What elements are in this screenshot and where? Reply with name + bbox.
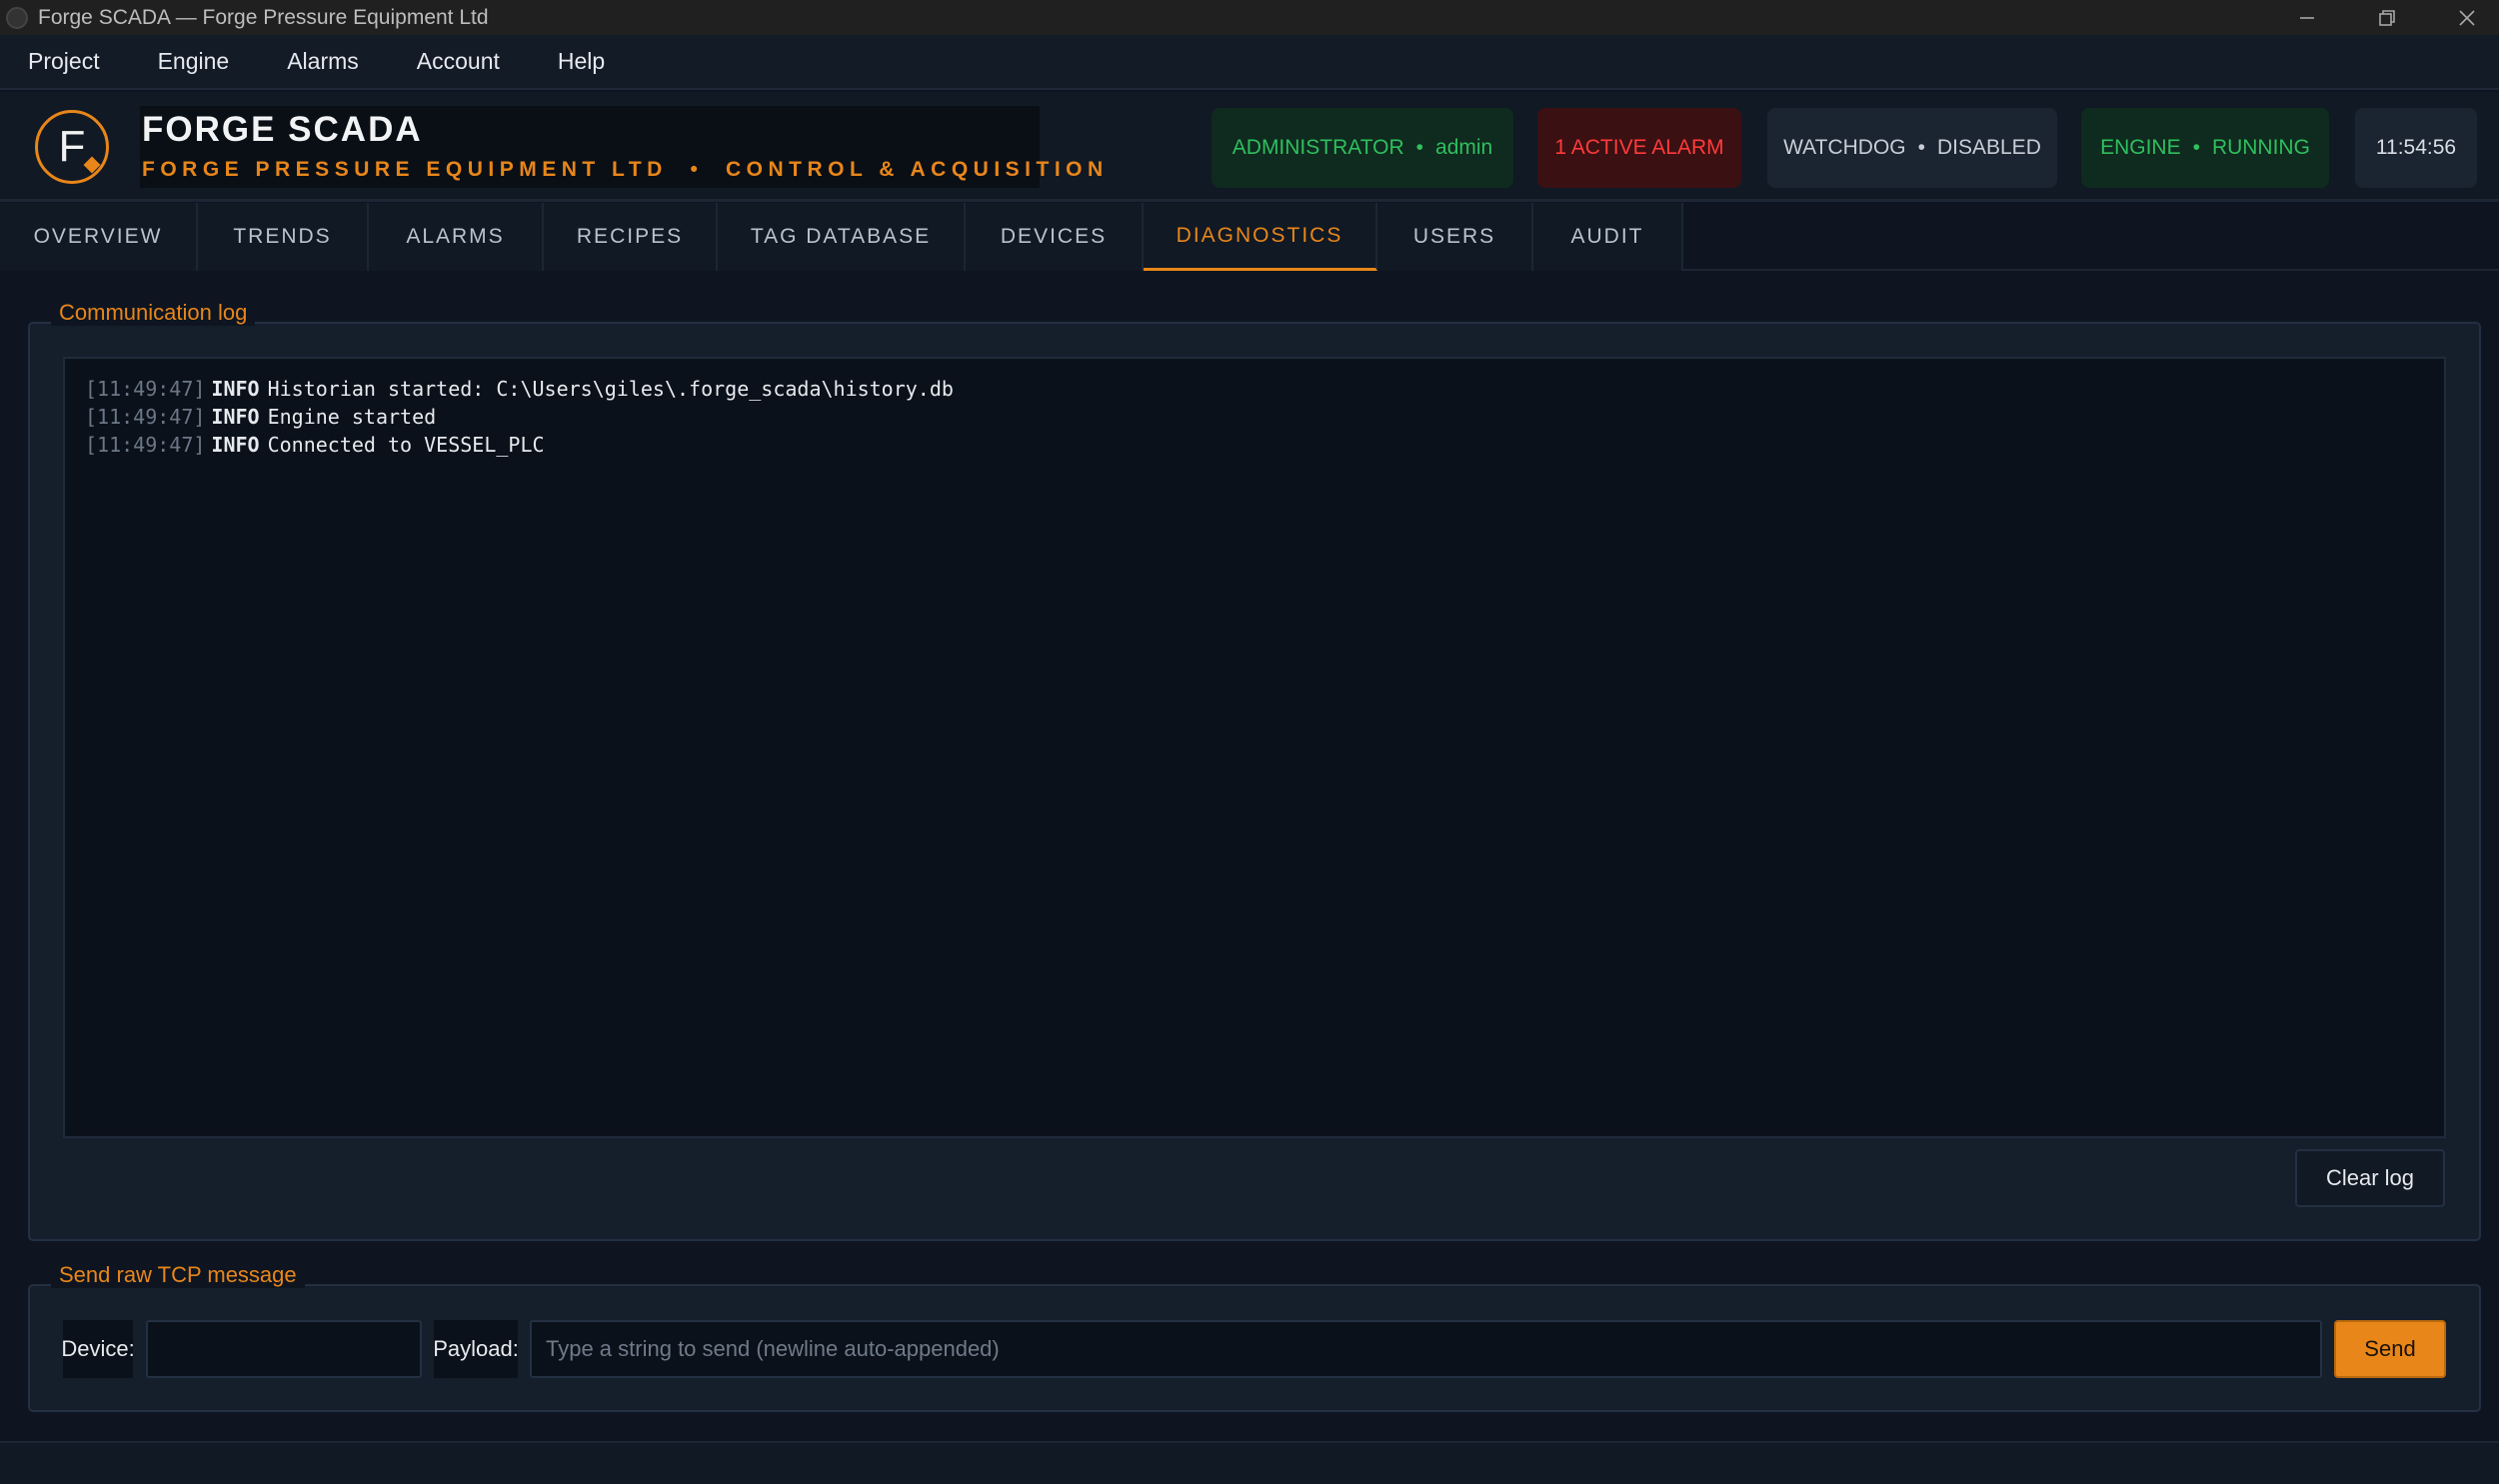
log-message: Connected to VESSEL_PLC bbox=[267, 433, 545, 457]
brand-subtitle: FORGE PRESSURE EQUIPMENT LTD • CONTROL &… bbox=[142, 158, 1109, 181]
device-input[interactable] bbox=[146, 1320, 422, 1378]
app-icon bbox=[6, 6, 28, 29]
user-role-badge[interactable]: ADMINISTRATOR • admin bbox=[1212, 108, 1513, 188]
window-titlebar: Forge SCADA — Forge Pressure Equipment L… bbox=[0, 0, 2499, 35]
menu-project[interactable]: Project bbox=[28, 48, 100, 75]
log-timestamp: [11:49:47] bbox=[85, 405, 206, 429]
tab-label: RECIPES bbox=[576, 225, 684, 248]
tab-tag-database[interactable]: TAG DATABASE bbox=[718, 203, 966, 271]
engine-status-badge: ENGINE • RUNNING bbox=[2081, 108, 2329, 188]
logo-letter: F bbox=[58, 122, 86, 171]
tab-label: TAG DATABASE bbox=[750, 225, 932, 248]
tab-label: AUDIT bbox=[1570, 225, 1644, 248]
menu-bar: Project Engine Alarms Account Help bbox=[0, 35, 2499, 90]
tab-alarms[interactable]: ALARMS bbox=[369, 203, 544, 271]
tab-label: TRENDS bbox=[233, 225, 332, 248]
communication-log-title: Communication log bbox=[51, 300, 256, 326]
brand-title: FORGE SCADA bbox=[142, 110, 423, 149]
role-label: ADMINISTRATOR bbox=[1232, 136, 1404, 159]
payload-label: Payload: bbox=[433, 1320, 519, 1378]
send-button[interactable]: Send bbox=[2334, 1320, 2446, 1378]
status-bar bbox=[0, 1441, 2499, 1484]
clock-display: 11:54:56 bbox=[2355, 108, 2477, 188]
watchdog-state: DISABLED bbox=[1936, 136, 2041, 159]
log-entry: [11:49:47] INFO Connected to VESSEL_PLC bbox=[85, 433, 2424, 461]
spark-icon bbox=[83, 156, 101, 174]
tcp-message-title: Send raw TCP message bbox=[51, 1262, 305, 1288]
minimize-icon bbox=[2300, 16, 2314, 19]
restore-icon bbox=[2379, 9, 2395, 26]
tab-users[interactable]: USERS bbox=[1377, 203, 1533, 271]
active-alarm-badge[interactable]: 1 ACTIVE ALARM bbox=[1537, 108, 1741, 188]
menu-help[interactable]: Help bbox=[558, 48, 605, 75]
separator-dot: • bbox=[1415, 136, 1424, 159]
restore-button[interactable] bbox=[2347, 0, 2427, 35]
username-label: admin bbox=[1435, 136, 1493, 159]
log-message: Historian started: C:\Users\giles\.forge… bbox=[267, 377, 954, 401]
watchdog-badge: WATCHDOG • DISABLED bbox=[1767, 108, 2057, 188]
brand-block: FORGE SCADA FORGE PRESSURE EQUIPMENT LTD… bbox=[140, 106, 1103, 188]
tab-label: ALARMS bbox=[406, 225, 505, 248]
payload-input[interactable] bbox=[530, 1320, 2322, 1378]
log-entry: [11:49:47] INFO Historian started: C:\User… bbox=[85, 377, 2424, 405]
menu-account[interactable]: Account bbox=[417, 48, 500, 75]
window-title: Forge SCADA — Forge Pressure Equipment L… bbox=[38, 5, 489, 29]
main-tabs: OVERVIEW TRENDS ALARMS RECIPES TAG DATAB… bbox=[0, 203, 2499, 271]
tab-trends[interactable]: TRENDS bbox=[198, 203, 369, 271]
menu-alarms[interactable]: Alarms bbox=[287, 48, 359, 75]
forge-logo: F bbox=[35, 110, 109, 184]
tab-recipes[interactable]: RECIPES bbox=[544, 203, 718, 271]
tab-audit[interactable]: AUDIT bbox=[1533, 203, 1683, 271]
tab-diagnostics[interactable]: DIAGNOSTICS bbox=[1144, 203, 1377, 271]
app-header: F FORGE SCADA FORGE PRESSURE EQUIPMENT L… bbox=[0, 92, 2499, 202]
engine-label: ENGINE bbox=[2100, 136, 2181, 159]
tab-label: OVERVIEW bbox=[33, 225, 163, 248]
alarm-status-label: 1 ACTIVE ALARM bbox=[1554, 136, 1724, 159]
log-level: INFO bbox=[211, 433, 260, 457]
log-timestamp: [11:49:47] bbox=[85, 377, 206, 401]
menu-engine[interactable]: Engine bbox=[158, 48, 230, 75]
separator-dot: • bbox=[1917, 136, 1925, 159]
log-level: INFO bbox=[211, 405, 260, 429]
close-icon bbox=[2459, 9, 2475, 26]
log-level: INFO bbox=[211, 377, 260, 401]
tab-devices[interactable]: DEVICES bbox=[966, 203, 1144, 271]
communication-log-view[interactable]: [11:49:47] INFO Historian started: C:\User… bbox=[63, 357, 2446, 1138]
device-label: Device: bbox=[61, 1320, 135, 1378]
tab-label: USERS bbox=[1412, 225, 1496, 248]
separator-dot: • bbox=[2192, 136, 2200, 159]
clear-log-button[interactable]: Clear log bbox=[2295, 1149, 2445, 1207]
log-timestamp: [11:49:47] bbox=[85, 433, 206, 457]
clock-time: 11:54:56 bbox=[2375, 136, 2457, 159]
log-message: Engine started bbox=[267, 405, 437, 429]
watchdog-label: WATCHDOG bbox=[1783, 136, 1906, 159]
log-entry: [11:49:47] INFO Engine started bbox=[85, 405, 2424, 433]
tab-overview[interactable]: OVERVIEW bbox=[0, 203, 198, 271]
tab-label: DIAGNOSTICS bbox=[1176, 223, 1343, 247]
close-button[interactable] bbox=[2427, 0, 2499, 35]
engine-state: RUNNING bbox=[2211, 136, 2310, 159]
tab-label: DEVICES bbox=[1000, 225, 1108, 248]
minimize-button[interactable] bbox=[2267, 0, 2347, 35]
